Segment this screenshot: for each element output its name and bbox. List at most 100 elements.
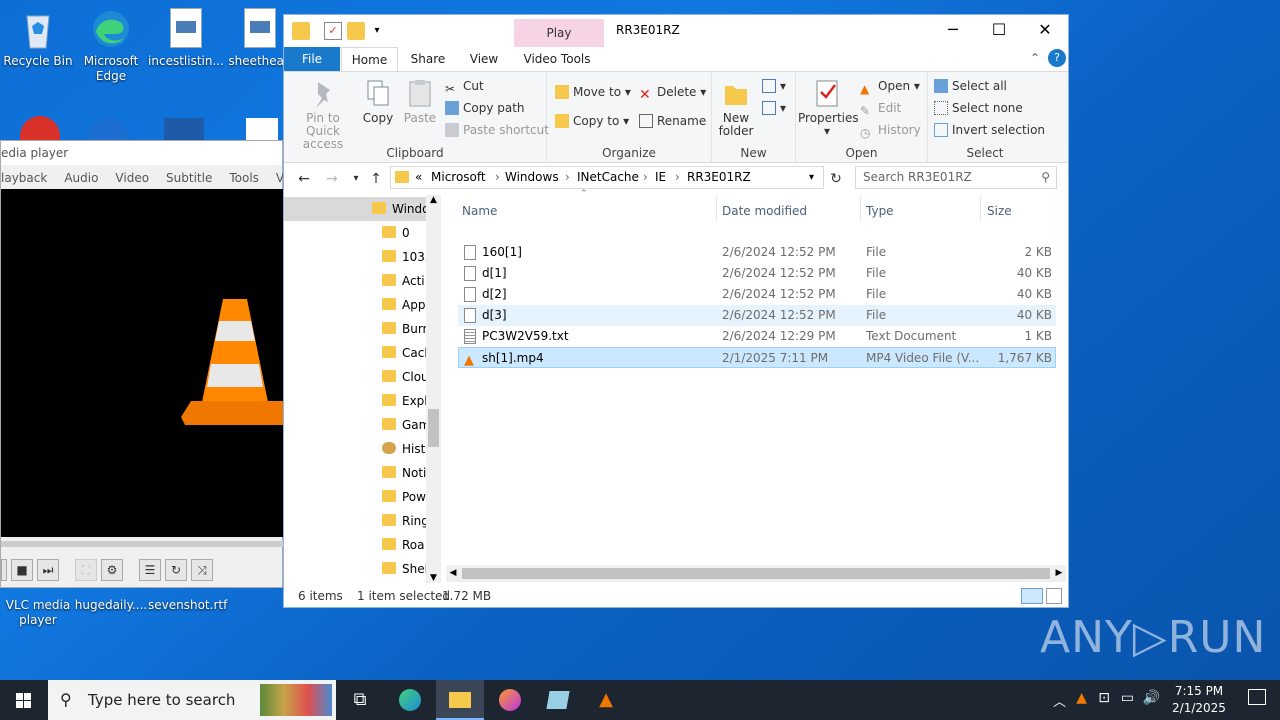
vlc-tray-icon[interactable]: ▲: [1076, 690, 1087, 706]
network-icon[interactable]: ▭: [1121, 690, 1134, 706]
refresh-icon[interactable]: ↻: [826, 169, 846, 189]
title-bar[interactable]: ✓ ▾ Play RR3E01RZ ─ ☐ ✕: [284, 15, 1068, 47]
scroll-left-icon[interactable]: ◀: [446, 565, 460, 582]
desktop-icon-edge[interactable]: Microsoft Edge: [73, 8, 149, 84]
show-hidden-icons[interactable]: ︿: [1053, 691, 1066, 710]
breadcrumb-microsoft[interactable]: Microsoft: [431, 167, 486, 188]
select-none-button[interactable]: Select none: [934, 98, 1023, 118]
file-row-selected[interactable]: ▲ sh[1].mp4 2/1/2025 7:11 PM MP4 Video F…: [458, 347, 1056, 368]
vlc-menu-audio[interactable]: Audio: [64, 165, 98, 191]
notepad-taskbar-icon[interactable]: [534, 680, 582, 720]
desktop-icon-vlc[interactable]: VLC media player: [0, 590, 76, 628]
vlc-menu-subtitle[interactable]: Subtitle: [166, 165, 212, 191]
next-icon[interactable]: ⏭: [37, 559, 59, 581]
pin-quick-access-button[interactable]: Pin to Quick access: [288, 78, 358, 151]
breadcrumb-rr3e01rz[interactable]: RR3E01RZ: [687, 167, 751, 188]
nav-item[interactable]: Expl: [382, 389, 428, 413]
column-date-modified[interactable]: Date modified: [722, 201, 807, 221]
close-icon[interactable]: ✕: [1022, 15, 1068, 45]
horizontal-scrollbar[interactable]: ◀ ▶: [446, 565, 1066, 582]
copy-to-button[interactable]: Copy to ▾: [555, 111, 629, 131]
paste-shortcut-button[interactable]: Paste shortcut: [445, 120, 549, 140]
cut-button[interactable]: ✂ Cut: [445, 76, 484, 96]
nav-item[interactable]: Cach: [382, 341, 432, 365]
new-folder-button[interactable]: New folder: [716, 78, 756, 138]
properties-qat-icon[interactable]: ✓: [324, 22, 342, 40]
nav-item[interactable]: 0: [382, 221, 410, 245]
scroll-right-icon[interactable]: ▶: [1052, 565, 1066, 582]
file-row[interactable]: d[1] 2/6/2024 12:52 PM File 40 KB: [458, 263, 1056, 284]
nav-item[interactable]: Burn: [382, 317, 430, 341]
loop-icon[interactable]: ↻: [165, 559, 187, 581]
stop-icon[interactable]: ■: [11, 559, 33, 581]
easy-access-button[interactable]: ▾: [762, 98, 786, 118]
file-list[interactable]: ⌃ Name Date modified Type Size 160[1] 2/…: [442, 189, 1068, 583]
breadcrumb-ie[interactable]: IE: [655, 167, 666, 188]
nav-item[interactable]: Ring: [382, 509, 429, 533]
column-type[interactable]: Type: [866, 201, 894, 221]
help-icon[interactable]: ?: [1048, 49, 1066, 67]
minimize-icon[interactable]: ─: [930, 15, 976, 45]
vlc-window[interactable]: edia player layback Audio Video Subtitle…: [0, 140, 304, 588]
volume-icon[interactable]: 🔊: [1143, 690, 1160, 706]
paste-button[interactable]: Paste: [402, 78, 438, 125]
search-input[interactable]: Search RR3E01RZ ⚲: [855, 166, 1057, 189]
nav-scrollbar[interactable]: ▲ ▼: [426, 195, 441, 583]
new-item-button[interactable]: ▾: [762, 76, 786, 96]
history-button[interactable]: ◷ History: [860, 120, 921, 140]
forward-arrow-icon[interactable]: →: [322, 169, 342, 189]
vlc-seek-bar[interactable]: [1, 541, 284, 547]
customize-qat-icon[interactable]: ▾: [368, 22, 386, 40]
playlist-icon[interactable]: ☰: [139, 559, 161, 581]
file-row[interactable]: d[3] 2/6/2024 12:52 PM File 40 KB: [458, 305, 1056, 326]
vlc-menu-video[interactable]: Video: [115, 165, 149, 191]
prev-icon[interactable]: [1, 559, 7, 581]
up-arrow-icon[interactable]: ↑: [366, 169, 386, 189]
invert-selection-button[interactable]: Invert selection: [934, 120, 1045, 140]
nav-item[interactable]: 1033: [382, 245, 433, 269]
notifications-icon[interactable]: [1248, 689, 1266, 705]
desktop-icon-sevenshot[interactable]: sevenshot.rtf: [148, 590, 227, 613]
nav-item[interactable]: App: [382, 293, 425, 317]
breadcrumb-inetcache[interactable]: INetCache: [577, 167, 639, 188]
nav-item[interactable]: Gam: [382, 413, 430, 437]
column-size[interactable]: Size: [987, 201, 1012, 221]
taskbar-search-box[interactable]: ⚲ Type here to search: [48, 680, 336, 720]
scroll-down-icon[interactable]: ▼: [426, 573, 441, 583]
tab-share[interactable]: Share: [402, 47, 454, 71]
move-to-button[interactable]: Move to ▾: [555, 82, 631, 102]
rename-button[interactable]: Rename: [639, 111, 706, 131]
file-explorer-window[interactable]: ✓ ▾ Play RR3E01RZ ─ ☐ ✕ File Home Share …: [283, 14, 1069, 608]
navigation-pane[interactable]: Windo 0 1033 Acti App Burn Cach Clou Exp…: [284, 195, 441, 583]
nav-item[interactable]: Noti: [382, 461, 426, 485]
tab-video-tools[interactable]: Video Tools: [516, 47, 598, 71]
copy-button[interactable]: Copy: [362, 78, 394, 125]
vlc-taskbar-icon[interactable]: ▲: [582, 680, 630, 720]
desktop-icon-incestlist[interactable]: incestlistin...: [148, 8, 224, 69]
vlc-menu-playback[interactable]: layback: [1, 165, 47, 191]
nav-item[interactable]: Hist: [382, 437, 425, 461]
shuffle-icon[interactable]: ⤨: [191, 559, 213, 581]
edit-button[interactable]: ✎ Edit: [860, 98, 901, 118]
desktop-icon-hugedaily[interactable]: hugedaily....: [73, 590, 149, 613]
nav-item[interactable]: Pow: [382, 485, 426, 509]
tab-file[interactable]: File: [284, 47, 340, 71]
address-bar[interactable]: « Microsoft › Windows › INetCache › IE ›…: [390, 166, 824, 189]
scroll-thumb[interactable]: [462, 568, 1050, 579]
desktop-icon-recycle-bin[interactable]: Recycle Bin: [0, 8, 76, 69]
vlc-video-area[interactable]: [1, 189, 284, 537]
column-name[interactable]: Name: [462, 201, 497, 221]
scroll-up-icon[interactable]: ▲: [426, 195, 441, 205]
nav-item[interactable]: Windo: [372, 197, 430, 221]
nav-item[interactable]: Roa: [382, 533, 425, 557]
device-tray-icon[interactable]: ⊡: [1098, 690, 1110, 706]
scroll-thumb[interactable]: [428, 409, 439, 447]
back-arrow-icon[interactable]: ←: [294, 169, 314, 189]
copy-path-button[interactable]: Copy path: [445, 98, 525, 118]
vlc-menu-tools[interactable]: Tools: [229, 165, 259, 191]
task-view-icon[interactable]: ⧉: [336, 680, 384, 720]
address-dropdown-icon[interactable]: ▾: [809, 167, 814, 188]
file-explorer-taskbar-icon[interactable]: [436, 680, 484, 720]
delete-button[interactable]: ✕ Delete ▾: [639, 82, 706, 102]
maximize-icon[interactable]: ☐: [976, 15, 1022, 45]
